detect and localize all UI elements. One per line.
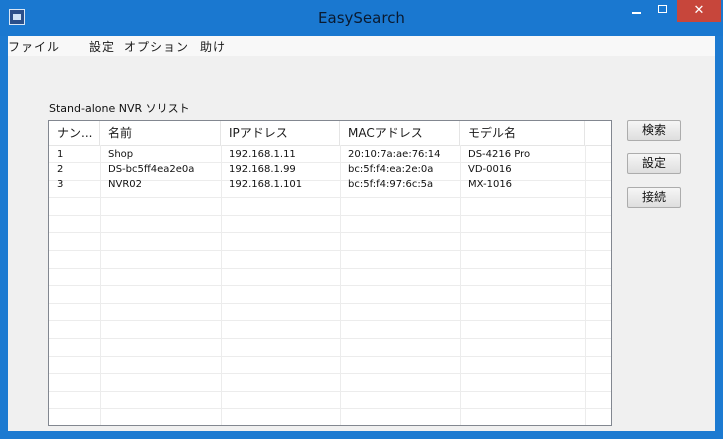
cell-mac: bc:5f:f4:ea:2e:0a [348,164,434,175]
app-window: EasySearch ✕ ファイル 設定 オプション 助け Stand-alon… [0,0,723,439]
grid-hline [49,285,611,286]
maximize-icon[interactable] [650,0,677,22]
cell-mac: 20:10:7a:ae:76:14 [348,149,441,160]
connect-button[interactable]: 接続 [627,187,681,208]
cell-number: 2 [57,164,64,175]
cell-number: 3 [57,179,64,190]
grid-hline [49,408,611,409]
column-header-filler [585,121,611,145]
grid-hline [49,197,611,198]
nvr-list-label: Stand-alone NVR ソリスト [49,102,190,115]
cell-ip: 192.168.1.99 [229,164,296,175]
menu-file[interactable]: ファイル [8,38,60,55]
cell-model: MX-1016 [468,179,513,190]
minimize-icon[interactable] [623,0,650,22]
table-row[interactable]: 2 DS-bc5ff4ea2e0a 192.168.1.99 bc:5f:f4:… [49,162,611,177]
cell-model: DS-4216 Pro [468,149,531,160]
column-header-ip[interactable]: IPアドレス [221,121,340,145]
column-header-number[interactable]: ナン... [49,121,100,145]
menu-options[interactable]: オプション [124,38,189,55]
cell-number: 1 [57,149,64,160]
title-bar[interactable]: EasySearch ✕ [0,0,723,36]
grid-hline [49,373,611,374]
grid-hline [49,250,611,251]
search-button[interactable]: 検索 [627,120,681,141]
grid-hline [49,356,611,357]
cell-name: Shop [108,149,134,160]
menu-help[interactable]: 助け [200,38,226,55]
close-icon[interactable]: ✕ [677,0,721,22]
cell-name: DS-bc5ff4ea2e0a [108,164,195,175]
grid-hline [49,303,611,304]
client-area: ファイル 設定 オプション 助け Stand-alone NVR ソリスト ナン… [8,36,715,431]
window-title: EasySearch [318,9,405,27]
cell-model: VD-0016 [468,164,512,175]
column-header-model[interactable]: モデル名 [460,121,585,145]
grid-hline [49,320,611,321]
nvr-list[interactable]: ナン... 名前 IPアドレス MACアドレス モデル名 1 Shop 192.… [48,120,612,426]
menu-bar: ファイル 設定 オプション 助け [8,36,715,56]
grid-hline [49,268,611,269]
column-header-mac[interactable]: MACアドレス [340,121,460,145]
grid-hline [49,391,611,392]
cell-mac: bc:5f:f4:97:6c:5a [348,179,434,190]
column-header-name[interactable]: 名前 [100,121,221,145]
cell-ip: 192.168.1.11 [229,149,296,160]
table-row[interactable]: 1 Shop 192.168.1.11 20:10:7a:ae:76:14 DS… [49,147,611,162]
menu-settings[interactable]: 設定 [89,38,115,55]
grid-hline [49,232,611,233]
cell-name: NVR02 [108,179,142,190]
grid-hline [49,215,611,216]
grid-hline [49,338,611,339]
table-row[interactable]: 3 NVR02 192.168.1.101 bc:5f:f4:97:6c:5a … [49,177,611,192]
cell-ip: 192.168.1.101 [229,179,303,190]
list-header: ナン... 名前 IPアドレス MACアドレス モデル名 [49,121,611,146]
settings-button[interactable]: 設定 [627,153,681,174]
